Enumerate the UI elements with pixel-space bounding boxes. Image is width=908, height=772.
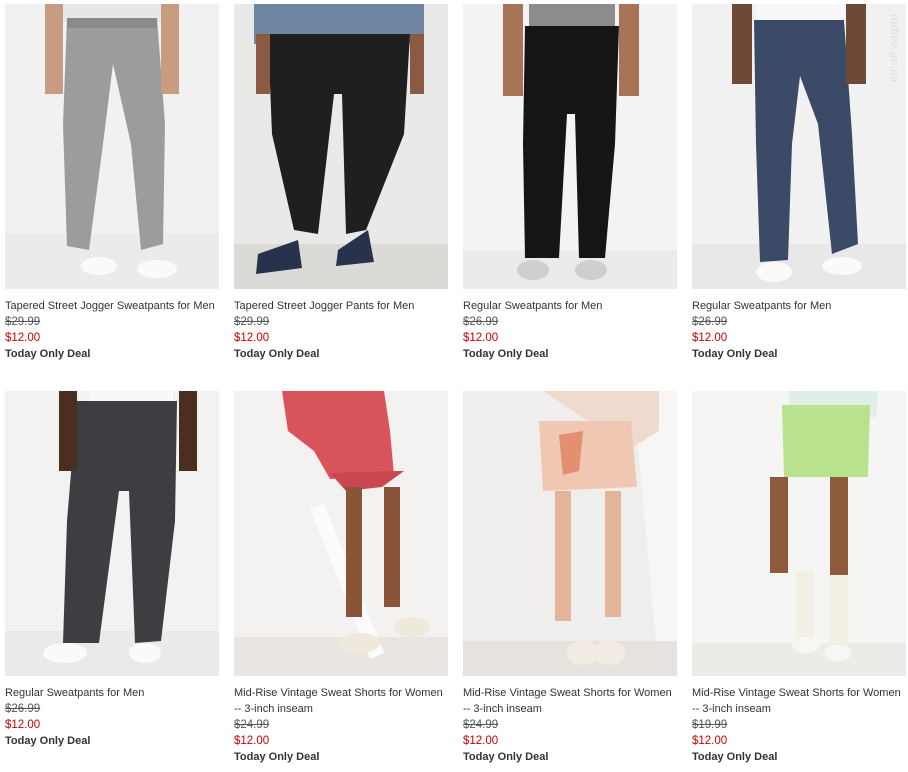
product-image[interactable]	[463, 391, 677, 676]
product-title[interactable]: Regular Sweatpants for Men	[463, 298, 677, 314]
product-title[interactable]: Regular Sweatpants for Men	[692, 298, 906, 314]
product-title[interactable]: Tapered Street Jogger Pants for Men	[234, 298, 448, 314]
product-image[interactable]: ludiee.ge.ua	[692, 4, 906, 289]
deal-badge: Today Only Deal	[692, 751, 778, 763]
deal-badge: Today Only Deal	[5, 348, 91, 360]
deal-badge: Today Only Deal	[234, 751, 320, 763]
product-photo	[463, 391, 677, 676]
original-price: $29.99	[234, 316, 270, 328]
price-block: $24.99 $12.00 Today Only Deal	[234, 717, 319, 765]
product-image[interactable]	[234, 391, 448, 676]
original-price: $19.99	[692, 719, 728, 731]
price-block: $26.99 $12.00 Today Only Deal	[463, 314, 548, 362]
deal-badge: Today Only Deal	[5, 735, 91, 747]
product-photo	[234, 4, 448, 289]
price-block: $29.99 $12.00 Today Only Deal	[5, 314, 90, 362]
price-block: $29.99 $12.00 Today Only Deal	[234, 314, 319, 362]
deal-badge: Today Only Deal	[463, 348, 549, 360]
product-title[interactable]: Mid-Rise Vintage Sweat Shorts for Women …	[463, 685, 677, 717]
deal-badge: Today Only Deal	[463, 751, 549, 763]
product-image[interactable]	[5, 391, 219, 676]
product-image[interactable]	[463, 4, 677, 289]
price-block: $26.99 $12.00 Today Only Deal	[692, 314, 777, 362]
price-block: $26.99 $12.00 Today Only Deal	[5, 701, 90, 749]
original-price: $24.99	[234, 719, 270, 731]
deal-badge: Today Only Deal	[692, 348, 778, 360]
sale-price: $12.00	[234, 735, 270, 747]
product-photo	[692, 391, 906, 676]
product-title[interactable]: Mid-Rise Vintage Sweat Shorts for Women …	[692, 685, 906, 717]
price-block: $24.99 $12.00 Today Only Deal	[463, 717, 548, 765]
watermark: ludiee.ge.ua	[888, 14, 901, 83]
product-image[interactable]	[234, 4, 448, 289]
product-title[interactable]: Regular Sweatpants for Men	[5, 685, 219, 701]
product-photo	[463, 4, 677, 289]
deal-badge: Today Only Deal	[234, 348, 320, 360]
sale-price: $12.00	[463, 735, 499, 747]
original-price: $29.99	[5, 316, 41, 328]
price-block: $19.99 $12.00 Today Only Deal	[692, 717, 777, 765]
sale-price: $12.00	[692, 332, 728, 344]
product-photo	[5, 4, 219, 289]
product-photo	[5, 391, 219, 676]
original-price: $26.99	[5, 703, 41, 715]
product-photo	[692, 4, 906, 289]
sale-price: $12.00	[5, 719, 41, 731]
original-price: $24.99	[463, 719, 499, 731]
original-price: $26.99	[692, 316, 728, 328]
sale-price: $12.00	[692, 735, 728, 747]
product-photo	[234, 391, 448, 676]
sale-price: $12.00	[463, 332, 499, 344]
sale-price: $12.00	[234, 332, 270, 344]
product-image[interactable]	[5, 4, 219, 289]
sale-price: $12.00	[5, 332, 41, 344]
product-image[interactable]	[692, 391, 906, 676]
product-title[interactable]: Tapered Street Jogger Sweatpants for Men	[5, 298, 219, 314]
original-price: $26.99	[463, 316, 499, 328]
product-title[interactable]: Mid-Rise Vintage Sweat Shorts for Women …	[234, 685, 448, 717]
